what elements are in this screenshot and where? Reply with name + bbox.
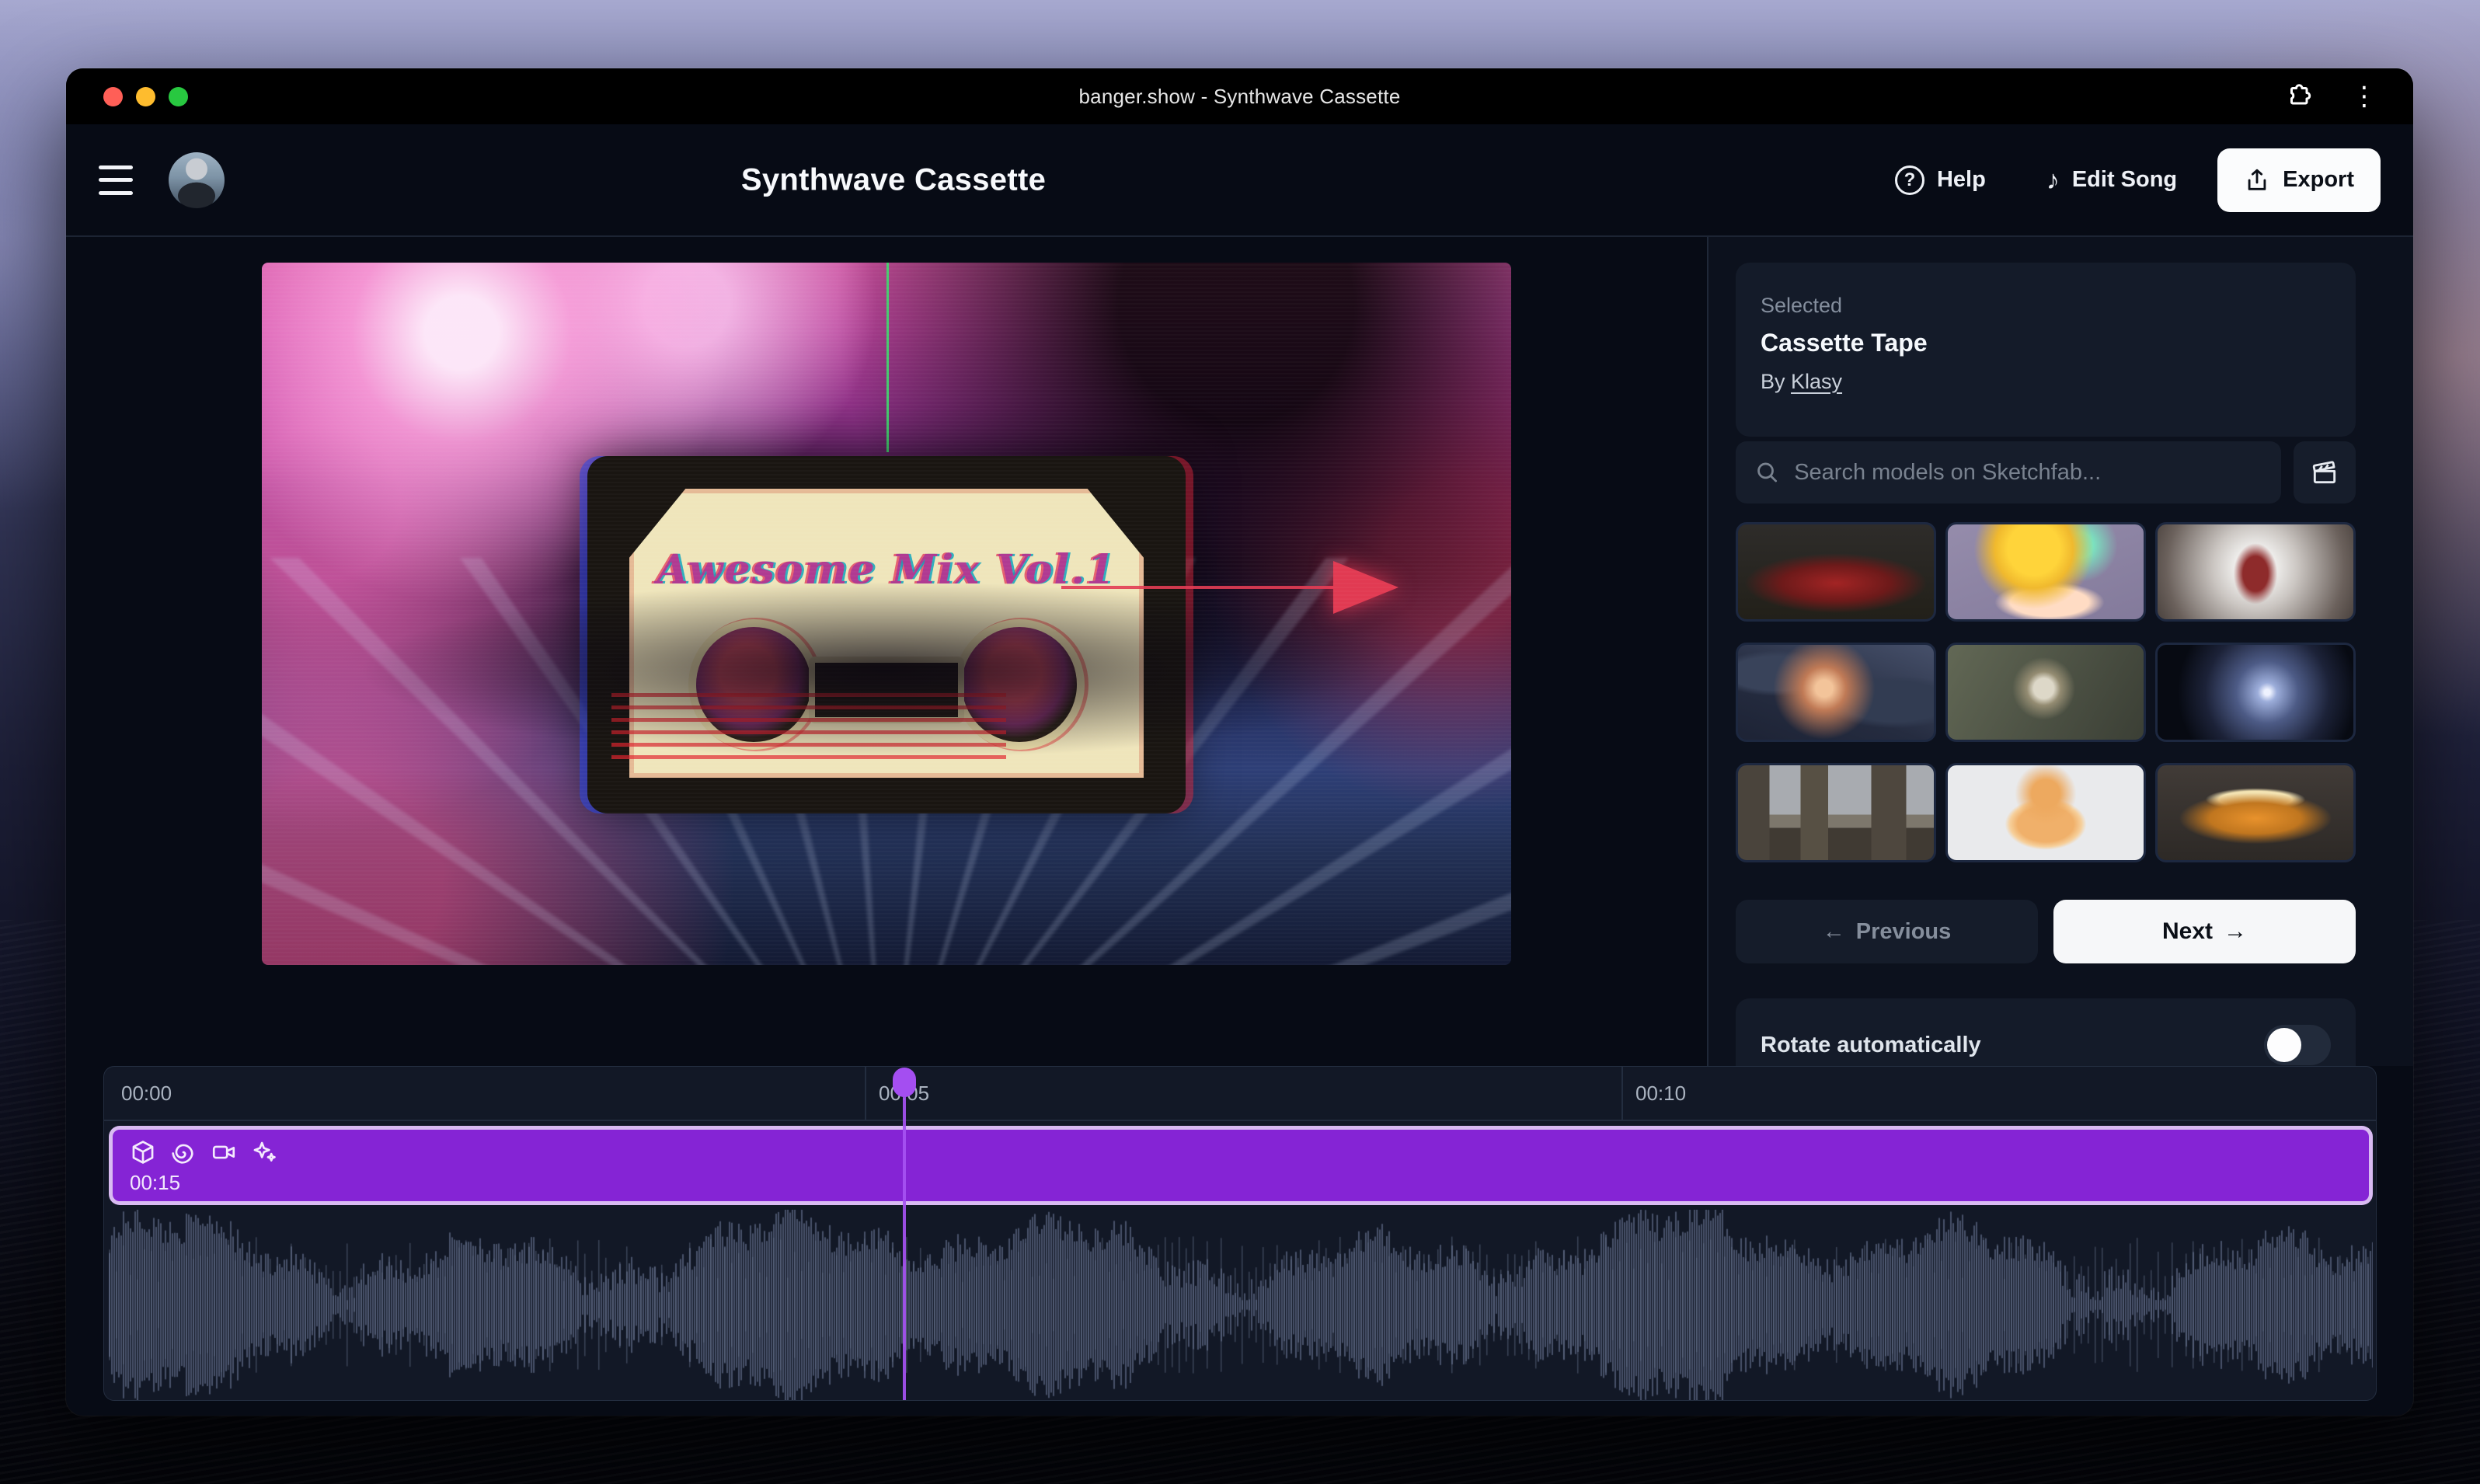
- timeline-strip: 00:00 00:05 00:10: [66, 1066, 2413, 1416]
- timeline: 00:00 00:05 00:10: [103, 1066, 2377, 1401]
- ruler-mark: 00:10: [1621, 1067, 1686, 1120]
- rotate-automatically-label: Rotate automatically: [1761, 1033, 1981, 1058]
- model-search[interactable]: [1736, 441, 2281, 503]
- model-thumb-shiba-dog[interactable]: [1945, 763, 2146, 862]
- music-note-icon: ♪: [2046, 167, 2060, 193]
- timeline-ruler[interactable]: 00:00 00:05 00:10: [104, 1067, 2376, 1121]
- menu-icon[interactable]: [99, 162, 133, 198]
- titlebar: banger.show - Synthwave Cassette ⋮: [66, 68, 2413, 124]
- film-grain-overlay: [262, 263, 1511, 965]
- search-input[interactable]: [1794, 460, 2262, 486]
- selected-model-title: Cassette Tape: [1761, 329, 2331, 357]
- sparkles-icon: [251, 1139, 277, 1165]
- minimize-window-button[interactable]: [136, 87, 155, 106]
- playhead-line: [903, 1093, 906, 1400]
- scene-clip[interactable]: 00:15: [109, 1126, 2373, 1205]
- arrow-right-icon: →: [2224, 918, 2247, 945]
- rotate-setting-card: Rotate automatically: [1736, 998, 2356, 1066]
- model-thumb-abandoned-city[interactable]: [1736, 763, 1936, 862]
- video-camera-icon: [211, 1139, 237, 1165]
- window-title: banger.show - Synthwave Cassette: [66, 85, 2413, 109]
- selected-eyebrow: Selected: [1761, 294, 2331, 318]
- model-sidebar: Selected Cassette Tape By Klasy: [1707, 237, 2413, 1066]
- model-grid: [1736, 522, 2356, 862]
- audio-waveform: [109, 1210, 2373, 1400]
- search-icon: [1754, 458, 1780, 486]
- author-link[interactable]: Klasy: [1791, 370, 1842, 393]
- help-icon: ?: [1895, 165, 1924, 195]
- video-preview[interactable]: Awesome Mix Vol.1: [262, 263, 1511, 965]
- rotate-automatically-toggle[interactable]: [2264, 1025, 2331, 1065]
- page-title: Synthwave Cassette: [680, 162, 1107, 197]
- model-thumb-fantasy-warrior[interactable]: [2155, 522, 2356, 622]
- edit-song-button[interactable]: ♪ Edit Song: [2026, 152, 2197, 209]
- ruler-mark: 00:00: [109, 1067, 172, 1120]
- app-header: Synthwave Cassette ? Help ♪ Edit Song Ex…: [66, 124, 2413, 237]
- previous-page-button[interactable]: ← Previous: [1736, 900, 2038, 963]
- model-thumb-anime-girl[interactable]: [1945, 522, 2146, 622]
- model-thumb-red-sports-car[interactable]: [1736, 522, 1936, 622]
- spiral-icon: [170, 1139, 197, 1165]
- traffic-lights: [103, 68, 188, 124]
- close-window-button[interactable]: [103, 87, 123, 106]
- sketchfab-browse-button[interactable]: [2294, 441, 2356, 503]
- cube-icon: [130, 1139, 156, 1165]
- audio-track[interactable]: [109, 1210, 2373, 1400]
- playhead-handle[interactable]: [893, 1068, 916, 1097]
- export-icon: [2244, 167, 2270, 193]
- maximize-window-button[interactable]: [169, 87, 188, 106]
- selected-model-author: By Klasy: [1761, 370, 2331, 394]
- toggle-knob: [2267, 1028, 2301, 1062]
- clip-duration-label: 00:15: [130, 1171, 180, 1195]
- model-thumb-spiral-galaxy[interactable]: [2155, 643, 2356, 742]
- clapperboard-icon: [2310, 458, 2339, 487]
- browser-menu-icon[interactable]: ⋮: [2346, 83, 2382, 110]
- model-thumb-orange-toy-car[interactable]: [2155, 763, 2356, 862]
- app-window: banger.show - Synthwave Cassette ⋮ Synth…: [66, 68, 2413, 1416]
- selected-model-card: Selected Cassette Tape By Klasy: [1736, 263, 2356, 437]
- arrow-left-icon: ←: [1823, 919, 1845, 945]
- next-page-button[interactable]: Next →: [2053, 900, 2356, 963]
- model-thumb-storm-clouds-ship[interactable]: [1736, 643, 1936, 742]
- editor-main: Awesome Mix Vol.1 Landscape (16:9): [66, 237, 1707, 1066]
- help-button[interactable]: ? Help: [1875, 150, 2006, 211]
- model-thumb-skull[interactable]: [1945, 643, 2146, 742]
- extensions-icon[interactable]: [2286, 82, 2314, 110]
- export-button[interactable]: Export: [2217, 148, 2381, 212]
- avatar[interactable]: [169, 152, 225, 208]
